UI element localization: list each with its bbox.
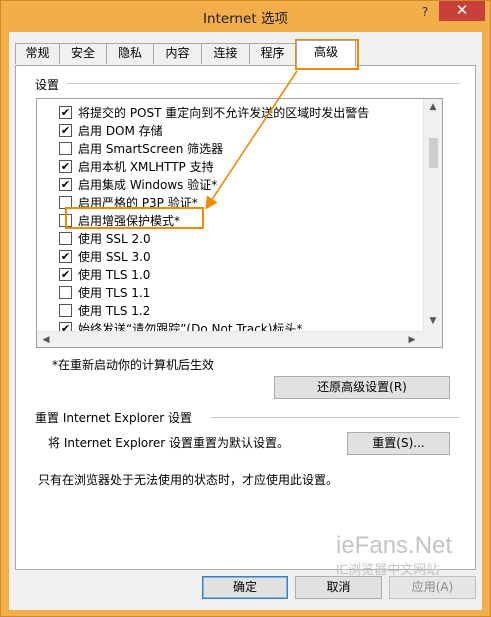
- internet-options-window: Internet 选项 ? ✕ 常规 安全 隐私 内容 连接 程序 高级 设置 …: [0, 0, 491, 617]
- tab-advanced[interactable]: 高级: [296, 40, 356, 66]
- annotation-arrow-icon: [205, 70, 298, 210]
